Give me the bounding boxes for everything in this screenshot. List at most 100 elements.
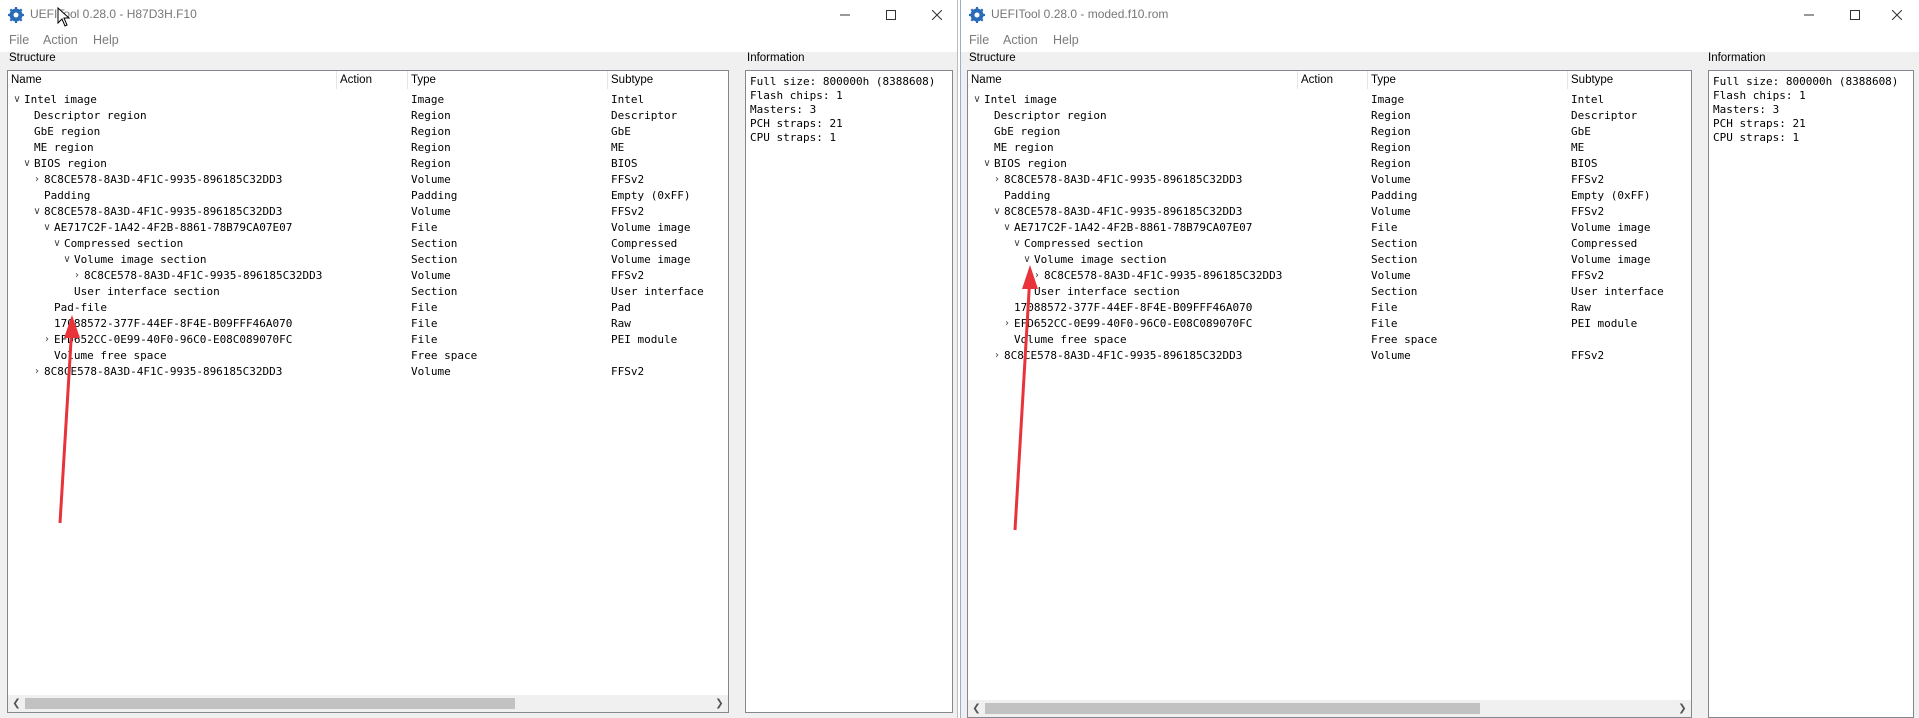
column-header-subtype[interactable]: Subtype — [608, 71, 728, 89]
expand-chevron-icon[interactable]: › — [32, 364, 42, 380]
maximize-button[interactable] — [1832, 0, 1878, 30]
tree-row[interactable]: Descriptor region Region Descriptor — [8, 108, 728, 124]
menu-action[interactable]: Action — [43, 33, 78, 47]
tree-row[interactable]: ∨ Intel image Image Intel — [968, 92, 1691, 108]
tree-row[interactable]: GbE region Region GbE — [968, 124, 1691, 140]
tree-row[interactable]: User interface section Section User interf… — [8, 284, 728, 300]
tree-row[interactable]: ∨ Compressed section Section Compressed — [8, 236, 728, 252]
expand-chevron-icon[interactable]: › — [32, 172, 42, 188]
expand-chevron-icon[interactable]: › — [1032, 268, 1042, 284]
tree-row[interactable]: ∨ Volume image section Section Volume image — [968, 252, 1691, 268]
tree-row[interactable]: ∨ AE717C2F-1A42-4F2B-8861-78B79CA07E07 Fil… — [8, 220, 728, 236]
collapse-chevron-icon[interactable]: ∨ — [62, 252, 72, 268]
close-button[interactable] — [914, 0, 957, 30]
row-subtype: BIOS — [1571, 157, 1598, 170]
structure-tree[interactable]: Name Action Type Subtype ∨ Intel image Ima… — [967, 70, 1692, 718]
tree-row[interactable]: ∨ AE717C2F-1A42-4F2B-8861-78B79CA07E07 Fil… — [968, 220, 1691, 236]
menu-help[interactable]: Help — [1053, 33, 1079, 47]
menu-file[interactable]: File — [969, 33, 989, 47]
scroll-right-arrow-icon[interactable]: ❯ — [1674, 700, 1691, 717]
tree-row[interactable]: › 8C8CE578-8A3D-4F1C-9935-896185C32DD3 Vol… — [968, 172, 1691, 188]
tree-row[interactable]: ∨ Intel image Image Intel — [8, 92, 728, 108]
row-subtype: Raw — [1571, 301, 1591, 314]
expand-chevron-icon[interactable]: › — [1002, 316, 1012, 332]
expand-chevron-icon[interactable]: › — [42, 332, 52, 348]
row-subtype: Intel — [611, 93, 645, 106]
collapse-chevron-icon[interactable]: ∨ — [22, 156, 32, 172]
tree-row[interactable]: Padding Padding Empty (0xFF) — [8, 188, 728, 204]
maximize-button[interactable] — [868, 0, 914, 30]
scroll-left-arrow-icon[interactable]: ❮ — [8, 695, 25, 712]
scroll-left-arrow-icon[interactable]: ❮ — [968, 700, 985, 717]
minimize-button[interactable] — [822, 0, 868, 30]
column-header-action[interactable]: Action — [337, 71, 408, 89]
collapse-chevron-icon[interactable]: ∨ — [42, 220, 52, 236]
tree-row[interactable]: Volume free space Free space — [968, 332, 1691, 348]
expand-chevron-icon[interactable]: › — [992, 348, 1002, 364]
column-header-action[interactable]: Action — [1298, 71, 1368, 89]
tree-row[interactable]: ∨ BIOS region Region BIOS — [968, 156, 1691, 172]
tree-row[interactable]: › 8C8CE578-8A3D-4F1C-9935-896185C32DD3 Vol… — [8, 268, 728, 284]
minimize-button[interactable] — [1786, 0, 1832, 30]
expand-chevron-icon[interactable]: › — [992, 172, 1002, 188]
column-header-name[interactable]: Name — [8, 71, 337, 89]
tree-row[interactable]: › 8C8CE578-8A3D-4F1C-9935-896185C32DD3 Vol… — [8, 172, 728, 188]
row-name: Intel image — [24, 93, 97, 106]
tree-row[interactable]: Volume free space Free space — [8, 348, 728, 364]
column-header-name[interactable]: Name — [968, 71, 1298, 89]
tree-row[interactable]: Descriptor region Region Descriptor — [968, 108, 1691, 124]
row-subtype: Descriptor — [611, 109, 678, 122]
row-subtype: FFSv2 — [1571, 349, 1605, 362]
collapse-chevron-icon[interactable]: ∨ — [1002, 220, 1012, 236]
tree-row[interactable]: Pad-file File Pad — [8, 300, 728, 316]
expand-chevron-icon[interactable]: › — [72, 268, 82, 284]
tree-row[interactable]: 17088572-377F-44EF-8F4E-B09FFF46A070 File… — [8, 316, 728, 332]
row-type: Volume — [411, 205, 451, 218]
menu-help[interactable]: Help — [93, 33, 119, 47]
tree-row[interactable]: Padding Padding Empty (0xFF) — [968, 188, 1691, 204]
tree-row[interactable]: ∨ 8C8CE578-8A3D-4F1C-9935-896185C32DD3 Vol… — [8, 204, 728, 220]
scroll-right-arrow-icon[interactable]: ❯ — [711, 695, 728, 712]
tree-row[interactable]: 17088572-377F-44EF-8F4E-B09FFF46A070 File… — [968, 300, 1691, 316]
row-subtype: Compressed — [1571, 237, 1638, 250]
tree-row[interactable]: ME region Region ME — [8, 140, 728, 156]
tree-row[interactable]: › EFD652CC-0E99-40F0-96C0-E08C089070FC Fil… — [968, 316, 1691, 332]
tree-row[interactable]: ME region Region ME — [968, 140, 1691, 156]
column-header-type[interactable]: Type — [1368, 71, 1568, 89]
collapse-chevron-icon[interactable]: ∨ — [1012, 236, 1022, 252]
collapse-chevron-icon[interactable]: ∨ — [992, 204, 1002, 220]
information-panel[interactable]: Full size: 800000h (8388608) Flash chips… — [1708, 70, 1914, 718]
row-name: Descriptor region — [994, 109, 1107, 122]
scrollbar-thumb[interactable] — [25, 698, 515, 709]
collapse-chevron-icon[interactable]: ∨ — [972, 92, 982, 108]
row-subtype: FFSv2 — [611, 205, 645, 218]
tree-row[interactable]: ∨ Volume image section Section Volume image — [8, 252, 728, 268]
horizontal-scrollbar[interactable]: ❮ ❯ — [8, 695, 728, 712]
scrollbar-thumb[interactable] — [985, 703, 1480, 714]
tree-row[interactable]: › 8C8CE578-8A3D-4F1C-9935-896185C32DD3 Vol… — [968, 348, 1691, 364]
menu-action[interactable]: Action — [1003, 33, 1038, 47]
tree-row[interactable]: › 8C8CE578-8A3D-4F1C-9935-896185C32DD3 Vol… — [968, 268, 1691, 284]
information-panel[interactable]: Full size: 800000h (8388608) Flash chips… — [745, 70, 953, 713]
close-button[interactable] — [1874, 0, 1919, 30]
collapse-chevron-icon[interactable]: ∨ — [52, 236, 62, 252]
row-type: Volume — [1371, 205, 1411, 218]
tree-row[interactable]: › 8C8CE578-8A3D-4F1C-9935-896185C32DD3 Vol… — [8, 364, 728, 380]
menu-file[interactable]: File — [9, 33, 29, 47]
collapse-chevron-icon[interactable]: ∨ — [982, 156, 992, 172]
tree-row[interactable]: ∨ BIOS region Region BIOS — [8, 156, 728, 172]
horizontal-scrollbar[interactable]: ❮ ❯ — [968, 700, 1691, 717]
title-bar: UEFITool 0.28.0 - moded.f10.rom — [961, 0, 1919, 30]
column-header-subtype[interactable]: Subtype — [1568, 71, 1691, 89]
tree-row[interactable]: GbE region Region GbE — [8, 124, 728, 140]
column-header-type[interactable]: Type — [408, 71, 608, 89]
tree-row[interactable]: ∨ 8C8CE578-8A3D-4F1C-9935-896185C32DD3 Vol… — [968, 204, 1691, 220]
tree-row[interactable]: › EFD652CC-0E99-40F0-96C0-E08C089070FC Fil… — [8, 332, 728, 348]
structure-label: Structure — [969, 52, 1016, 64]
collapse-chevron-icon[interactable]: ∨ — [1022, 252, 1032, 268]
tree-row[interactable]: User interface section Section User interf… — [968, 284, 1691, 300]
structure-tree[interactable]: Name Action Type Subtype ∨ Intel image Ima… — [7, 70, 729, 713]
tree-row[interactable]: ∨ Compressed section Section Compressed — [968, 236, 1691, 252]
collapse-chevron-icon[interactable]: ∨ — [12, 92, 22, 108]
collapse-chevron-icon[interactable]: ∨ — [32, 204, 42, 220]
